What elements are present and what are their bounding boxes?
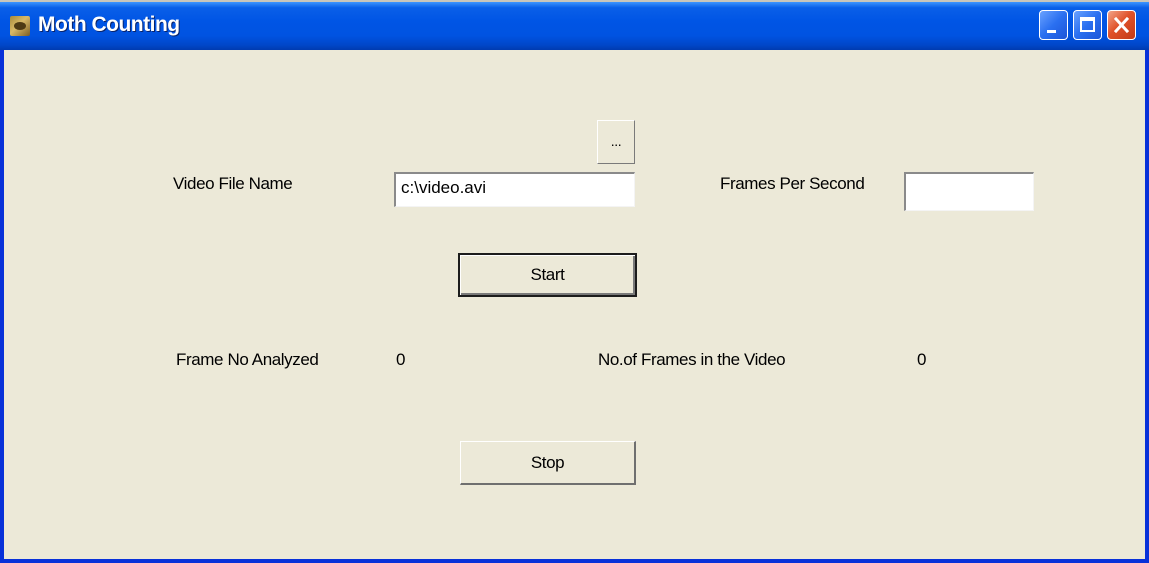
browse-button[interactable]: ... [597, 120, 635, 164]
maximize-icon [1080, 17, 1095, 32]
frames-per-second-label: Frames Per Second [720, 174, 865, 193]
frames-in-video-value: 0 [917, 350, 927, 369]
frames-per-second-input[interactable] [904, 172, 1034, 211]
minimize-button[interactable] [1039, 10, 1068, 40]
app-window: Moth Counting Video File Name ... c:\vid… [0, 0, 1149, 563]
minimize-icon [1047, 30, 1056, 33]
moth-app-icon[interactable] [10, 16, 30, 36]
frame-no-analyzed-label: Frame No Analyzed [176, 350, 319, 369]
window-title: Moth Counting [38, 13, 180, 36]
frames-in-video-label: No.of Frames in the Video [598, 350, 786, 369]
close-button[interactable] [1107, 10, 1136, 40]
maximize-button[interactable] [1073, 10, 1102, 40]
close-icon [1114, 17, 1129, 33]
start-button[interactable]: Start [458, 253, 637, 297]
frame-no-analyzed-value: 0 [396, 350, 406, 369]
video-file-name-input[interactable]: c:\video.avi [394, 172, 635, 207]
stop-button[interactable]: Stop [460, 441, 636, 485]
video-file-name-label: Video File Name [173, 174, 293, 193]
title-bar[interactable]: Moth Counting [0, 0, 1149, 50]
